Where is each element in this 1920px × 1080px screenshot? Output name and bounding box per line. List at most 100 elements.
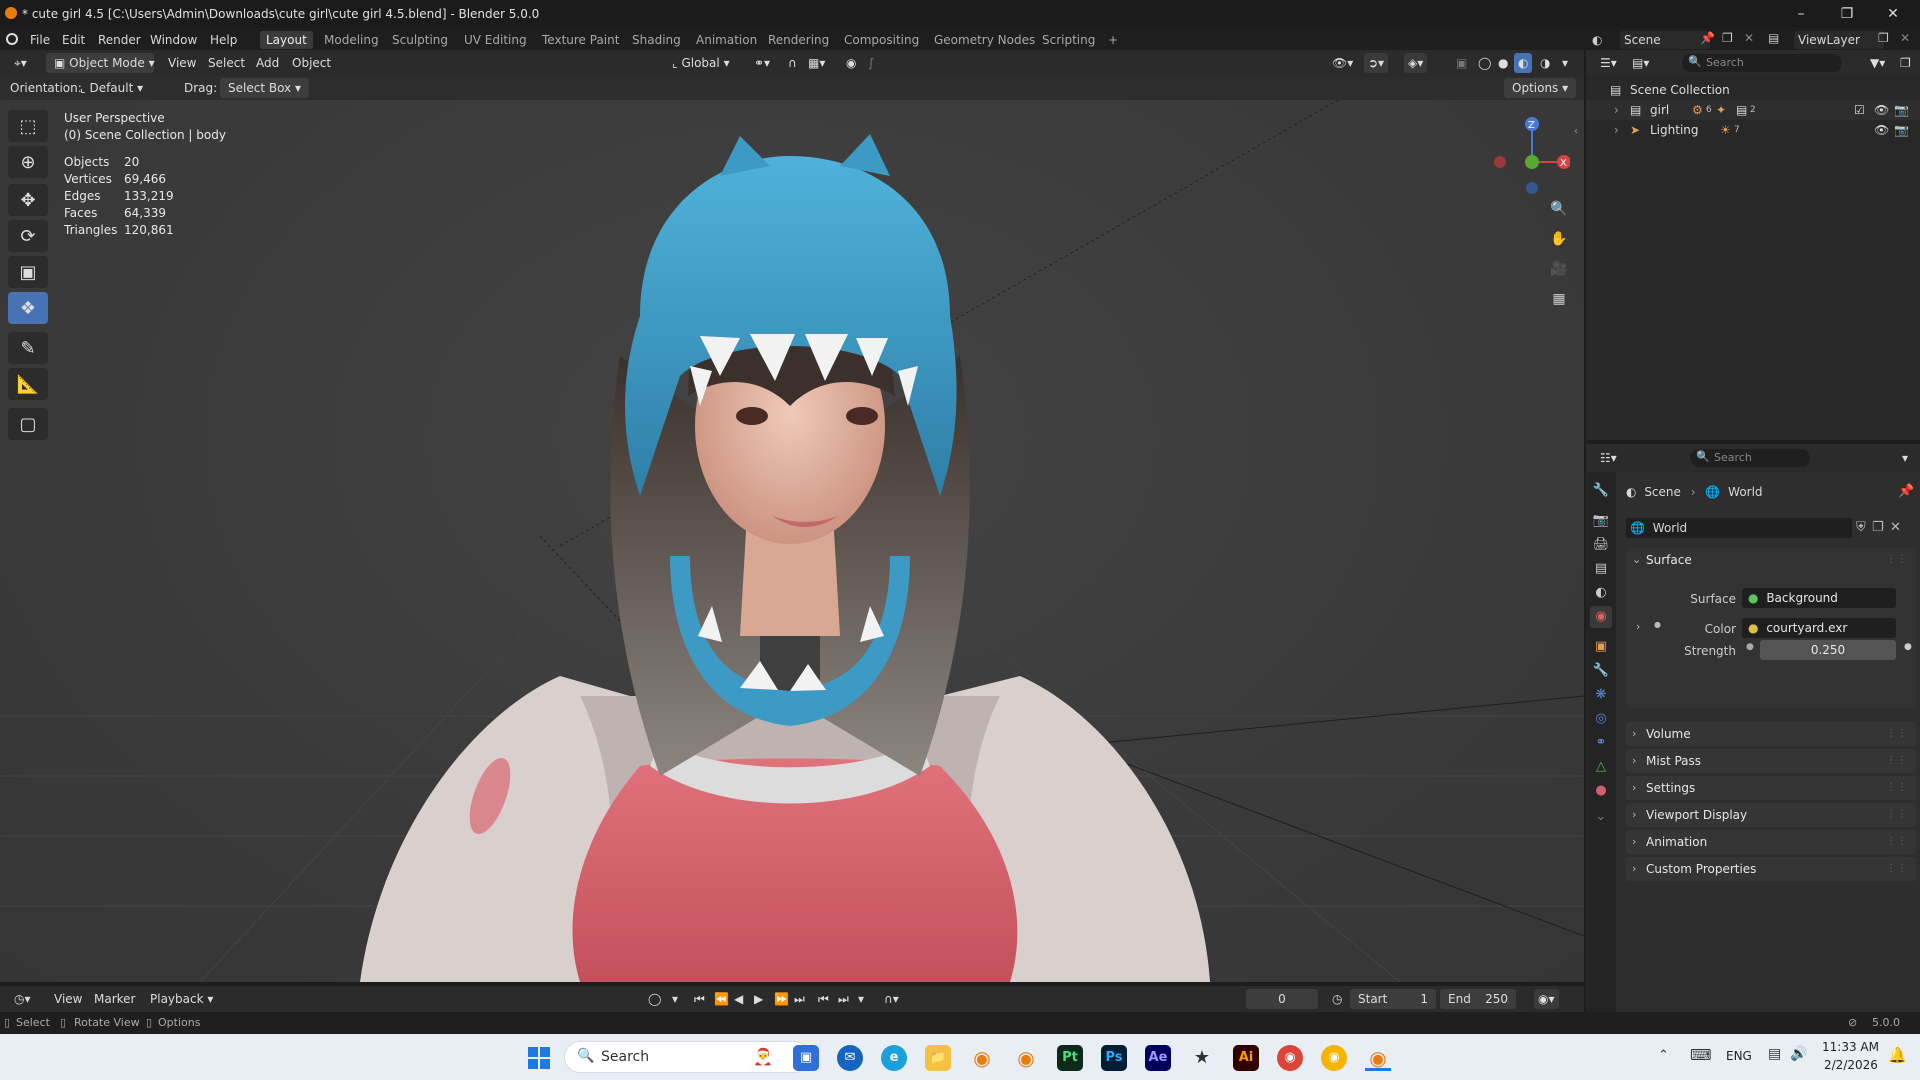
language-indicator[interactable]: ENG xyxy=(1726,1049,1752,1063)
scene-selector[interactable]: Scene xyxy=(1620,31,1710,49)
edge-browser-icon[interactable]: e xyxy=(881,1045,907,1071)
illustrator-icon[interactable]: Ai xyxy=(1233,1045,1259,1071)
modifier-tab-icon[interactable]: 🔧 xyxy=(1590,660,1612,682)
playback-options-icon[interactable]: ▾ xyxy=(854,989,868,1009)
workspace-tab-rendering[interactable]: Rendering xyxy=(762,31,835,49)
workspace-tab-compositing[interactable]: Compositing xyxy=(838,31,925,49)
keyboard-icon[interactable]: ⌨ xyxy=(1690,1046,1712,1064)
jump-end-icon[interactable]: ⏭ xyxy=(790,989,809,1009)
annotate-tool[interactable]: ✎ xyxy=(8,332,48,364)
camera-icon[interactable]: 📷 xyxy=(1894,100,1909,120)
workspace-tab-geometry-nodes[interactable]: Geometry Nodes xyxy=(928,31,1041,49)
navigation-gizmo[interactable]: Z X xyxy=(1490,112,1570,202)
viewport-menu-view[interactable]: View xyxy=(164,53,200,73)
visibility-icon[interactable]: 👁▾ xyxy=(1328,53,1357,73)
workspace-tab-texture-paint[interactable]: Texture Paint xyxy=(536,31,625,49)
timeline-menu-view[interactable]: View xyxy=(50,989,86,1009)
panel-title[interactable]: Surface xyxy=(1646,548,1692,572)
rendered-shading-icon[interactable]: ◑ xyxy=(1536,53,1554,73)
outliner-row-scene-collection[interactable]: ▤ Scene Collection xyxy=(1586,80,1920,100)
chevron-down-icon[interactable]: ⌄ xyxy=(1632,548,1641,572)
keying-options-icon[interactable]: ▾ xyxy=(668,989,682,1009)
pin-icon[interactable]: 📌 xyxy=(1898,484,1914,499)
unlink-icon[interactable]: ✕ xyxy=(1890,520,1901,535)
mail-app-icon[interactable]: ✉ xyxy=(837,1045,863,1071)
gizmo-neg-x[interactable] xyxy=(1494,156,1506,168)
blender-app-2-icon[interactable]: ◉ xyxy=(1013,1045,1039,1071)
object-tab-icon[interactable]: ▣ xyxy=(1590,636,1612,658)
start-frame-field[interactable]: Start 1 xyxy=(1350,989,1436,1009)
workspace-tab-shading[interactable]: Shading xyxy=(626,31,687,49)
workspace-tab-uv-editing[interactable]: UV Editing xyxy=(458,31,533,49)
menu-file[interactable]: File xyxy=(24,31,56,49)
menu-edit[interactable]: Edit xyxy=(56,31,91,49)
custom-properties-panel[interactable]: › Custom Properties ⋮⋮ xyxy=(1626,857,1916,881)
timeline-menu-playback[interactable]: Playback ▾ xyxy=(146,989,217,1009)
fake-user-icon[interactable]: ⛨ xyxy=(1856,520,1866,535)
world-datablock-selector[interactable]: 🌐 World xyxy=(1626,518,1852,538)
camera-view-icon[interactable]: 🎥 xyxy=(1548,258,1570,280)
view-layer-tab-icon[interactable]: ▤ xyxy=(1590,558,1612,580)
timeline-editor-type-icon[interactable]: ◷▾ xyxy=(10,989,35,1009)
scene-tab-icon[interactable]: ◐ xyxy=(1590,582,1612,604)
chevron-right-icon[interactable]: › xyxy=(1636,620,1640,633)
chevron-down-icon[interactable]: ▾ xyxy=(1898,448,1912,468)
mist-pass-panel[interactable]: › Mist Pass ⋮⋮ xyxy=(1626,749,1916,773)
camera-icon[interactable]: 📷 xyxy=(1894,120,1909,140)
tool-tab-icon[interactable]: 🔧 xyxy=(1590,480,1612,502)
orientation-selector[interactable]: ⌞ Default ▾ xyxy=(76,78,176,98)
world-tab-icon[interactable]: ◉ xyxy=(1590,606,1612,628)
material-tab-icon[interactable]: ● xyxy=(1590,780,1612,802)
pivot-point-icon[interactable]: ⚭▾ xyxy=(750,53,774,73)
blender-active-icon[interactable]: ◉ xyxy=(1365,1045,1391,1071)
viewport-display-panel[interactable]: › Viewport Display ⋮⋮ xyxy=(1626,803,1916,827)
snap-icon[interactable]: ∩ xyxy=(784,53,801,73)
breadcrumb-world[interactable]: World xyxy=(1728,485,1762,499)
output-tab-icon[interactable]: 🖨 xyxy=(1590,534,1612,556)
particles-tab-icon[interactable]: ❋ xyxy=(1590,684,1612,706)
breadcrumb-scene[interactable]: Scene xyxy=(1644,485,1681,499)
viewport-menu-select[interactable]: Select xyxy=(204,53,249,73)
eye-icon[interactable]: 👁 xyxy=(1874,100,1889,120)
add-workspace-button[interactable]: + xyxy=(1102,31,1124,49)
move-tool[interactable]: ✥ xyxy=(8,184,48,216)
sidebar-toggle-icon[interactable]: ‹ xyxy=(1574,126,1578,137)
keyframe-dot-icon[interactable]: ● xyxy=(1904,642,1912,652)
solid-shading-icon[interactable]: ● xyxy=(1494,53,1512,73)
play-icon[interactable]: ▶ xyxy=(750,989,767,1009)
delete-scene-icon[interactable]: ✕ xyxy=(1744,31,1754,45)
maximize-button[interactable]: ❐ xyxy=(1824,0,1870,28)
workspace-tab-sculpting[interactable]: Sculpting xyxy=(386,31,454,49)
menu-render[interactable]: Render xyxy=(92,31,147,49)
measure-tool[interactable]: 📐 xyxy=(8,368,48,400)
chrome-profile-icon[interactable]: ◉ xyxy=(1321,1045,1347,1071)
zoom-icon[interactable]: 🔍 xyxy=(1548,198,1570,220)
material-shading-icon[interactable]: ◐ xyxy=(1514,53,1533,73)
outliner-row-lighting[interactable]: › ➤ Lighting ☀ 7 👁 📷 xyxy=(1586,120,1920,140)
drag-grip-icon[interactable]: ⋮⋮ xyxy=(1886,548,1908,572)
more-tabs-icon[interactable]: ⌄ xyxy=(1590,806,1612,828)
photoshop-icon[interactable]: Ps xyxy=(1101,1045,1127,1071)
transform-orientation-selector[interactable]: ⌞ Global ▾ xyxy=(668,53,734,73)
surface-shader-selector[interactable]: ● Background xyxy=(1742,588,1896,608)
blender-menu-icon[interactable] xyxy=(6,33,18,45)
mode-selector[interactable]: ▣ Object Mode ▾ xyxy=(46,53,155,73)
strength-slider[interactable]: 0.250 xyxy=(1760,640,1896,660)
outliner-row-girl[interactable]: › ▤ girl ⚙ 6 ✦ ▤ 2 ☑ 👁 📷 xyxy=(1586,100,1920,120)
gizmo-neg-z[interactable] xyxy=(1526,182,1538,194)
workspace-tab-layout[interactable]: Layout xyxy=(260,31,313,49)
clock-date[interactable]: 2/2/2026 xyxy=(1824,1058,1878,1072)
timeline-menu-marker[interactable]: Marker xyxy=(90,989,139,1009)
keying-set-icon[interactable]: ∩▾ xyxy=(880,989,903,1009)
wireframe-shading-icon[interactable]: ◯ xyxy=(1474,53,1495,73)
chevron-right-icon[interactable]: › xyxy=(1614,120,1619,140)
cursor-tool[interactable]: ⊕ xyxy=(8,146,48,178)
physics-tab-icon[interactable]: ◎ xyxy=(1590,708,1612,730)
duplicate-icon[interactable]: ❐ xyxy=(1872,520,1884,535)
store-app-icon[interactable]: ▣ xyxy=(793,1045,819,1071)
eye-icon[interactable]: 👁 xyxy=(1874,120,1889,140)
end-frame-field[interactable]: End 250 xyxy=(1440,989,1516,1009)
tray-chevron-up-icon[interactable]: ⌃ xyxy=(1658,1048,1669,1063)
constraints-tab-icon[interactable]: ⚭ xyxy=(1590,732,1612,754)
gizmo-toggle-icon[interactable]: ➲▾ xyxy=(1364,53,1389,73)
